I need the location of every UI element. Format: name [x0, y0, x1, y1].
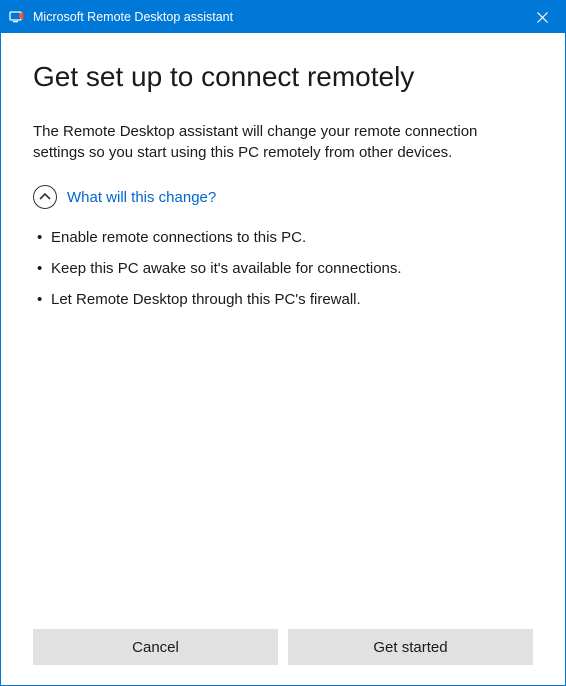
change-list: Enable remote connections to this PC. Ke… [33, 229, 533, 322]
get-started-button[interactable]: Get started [288, 629, 533, 665]
list-item: Keep this PC awake so it's available for… [37, 260, 533, 277]
titlebar: Microsoft Remote Desktop assistant [1, 1, 565, 33]
close-button[interactable] [519, 1, 565, 33]
content-area: Get set up to connect remotely The Remot… [1, 33, 565, 685]
expander-label: What will this change? [67, 189, 216, 206]
chevron-up-icon [33, 185, 57, 209]
expander-toggle[interactable]: What will this change? [33, 185, 533, 209]
app-icon [9, 9, 25, 25]
list-item: Let Remote Desktop through this PC's fir… [37, 291, 533, 308]
window-title: Microsoft Remote Desktop assistant [33, 10, 519, 24]
list-item: Enable remote connections to this PC. [37, 229, 533, 246]
cancel-button[interactable]: Cancel [33, 629, 278, 665]
intro-text: The Remote Desktop assistant will change… [33, 121, 533, 163]
button-row: Cancel Get started [33, 629, 533, 665]
page-heading: Get set up to connect remotely [33, 61, 533, 93]
